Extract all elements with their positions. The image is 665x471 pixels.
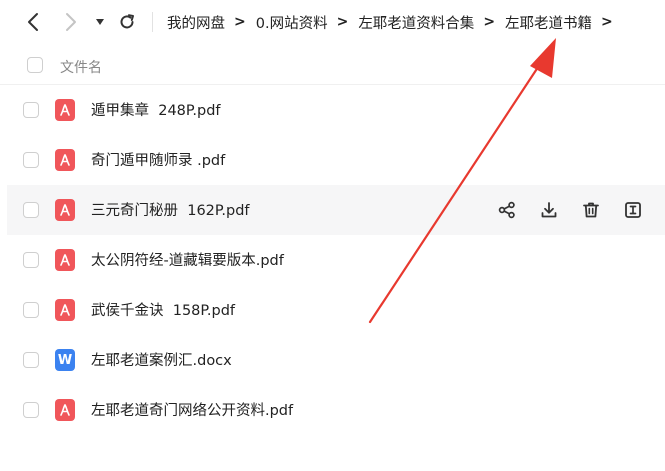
file-checkbox[interactable] xyxy=(23,102,39,118)
back-button[interactable] xyxy=(22,10,44,34)
file-checkbox[interactable] xyxy=(23,152,39,168)
breadcrumb-item-site-materials[interactable]: 0.网站资料 xyxy=(256,12,328,33)
share-icon xyxy=(498,201,515,219)
rename-icon xyxy=(625,202,641,218)
file-row[interactable]: 左耶老道奇门网络公开资料.pdf xyxy=(7,385,665,435)
file-row[interactable]: 武侯千金诀 158P.pdf xyxy=(7,285,665,335)
toolbar-divider xyxy=(152,12,153,32)
pdf-file-icon xyxy=(55,199,75,221)
word-file-icon: W xyxy=(55,349,75,371)
forward-icon xyxy=(66,13,76,31)
pdf-file-icon xyxy=(55,249,75,271)
refresh-icon xyxy=(120,14,134,29)
rename-button[interactable] xyxy=(621,198,645,222)
file-checkbox[interactable] xyxy=(23,302,39,318)
file-row[interactable]: 遁甲集章 248P.pdf xyxy=(7,85,665,135)
file-name[interactable]: 遁甲集章 248P.pdf xyxy=(91,99,221,120)
file-name[interactable]: 武侯千金诀 158P.pdf xyxy=(91,299,235,320)
breadcrumb-separator: > xyxy=(483,14,496,30)
download-icon xyxy=(541,202,557,218)
forward-button[interactable] xyxy=(60,10,82,34)
file-row[interactable]: 太公阴符经-道藏辑要版本.pdf xyxy=(7,235,665,285)
file-checkbox[interactable] xyxy=(23,252,39,268)
file-row[interactable]: 奇门遁甲随师录 .pdf xyxy=(7,135,665,185)
download-button[interactable] xyxy=(537,198,561,222)
file-checkbox[interactable] xyxy=(23,202,39,218)
file-name[interactable]: 太公阴符经-道藏辑要版本.pdf xyxy=(91,249,284,270)
breadcrumb: 我的网盘 > 0.网站资料 > 左耶老道资料合集 > 左耶老道书籍 > xyxy=(167,11,613,33)
back-icon xyxy=(28,13,38,31)
file-name[interactable]: 奇门遁甲随师录 .pdf xyxy=(91,149,225,170)
file-checkbox[interactable] xyxy=(23,352,39,368)
caret-down-icon xyxy=(96,19,104,25)
breadcrumb-item-collection[interactable]: 左耶老道资料合集 xyxy=(358,12,474,33)
file-name[interactable]: 左耶老道案例汇.docx xyxy=(91,349,232,370)
refresh-button[interactable] xyxy=(116,10,138,34)
history-dropdown-button[interactable] xyxy=(93,10,107,34)
file-row[interactable]: 三元奇门秘册 162P.pdf xyxy=(7,185,665,235)
file-checkbox[interactable] xyxy=(23,402,39,418)
delete-icon xyxy=(583,202,599,218)
pdf-file-icon xyxy=(55,399,75,421)
breadcrumb-separator: > xyxy=(336,14,349,30)
breadcrumb-item-books[interactable]: 左耶老道书籍 xyxy=(505,12,592,33)
delete-button[interactable] xyxy=(579,198,603,222)
breadcrumb-expand[interactable]: > xyxy=(601,14,613,30)
pdf-file-icon xyxy=(55,299,75,321)
select-all-checkbox[interactable] xyxy=(27,57,43,73)
share-button[interactable] xyxy=(495,198,519,222)
column-header-filename[interactable]: 文件名 xyxy=(60,57,102,77)
toolbar: 我的网盘 > 0.网站资料 > 左耶老道资料合集 > 左耶老道书籍 > xyxy=(0,0,665,44)
pdf-file-icon xyxy=(55,99,75,121)
file-name[interactable]: 三元奇门秘册 162P.pdf xyxy=(91,199,250,220)
breadcrumb-item-my-drive[interactable]: 我的网盘 xyxy=(167,12,225,33)
breadcrumb-separator: > xyxy=(234,14,246,30)
file-row[interactable]: W 左耶老道案例汇.docx xyxy=(7,335,665,385)
file-list-header: 文件名 xyxy=(0,48,665,85)
file-name[interactable]: 左耶老道奇门网络公开资料.pdf xyxy=(91,399,293,420)
pdf-file-icon xyxy=(55,149,75,171)
